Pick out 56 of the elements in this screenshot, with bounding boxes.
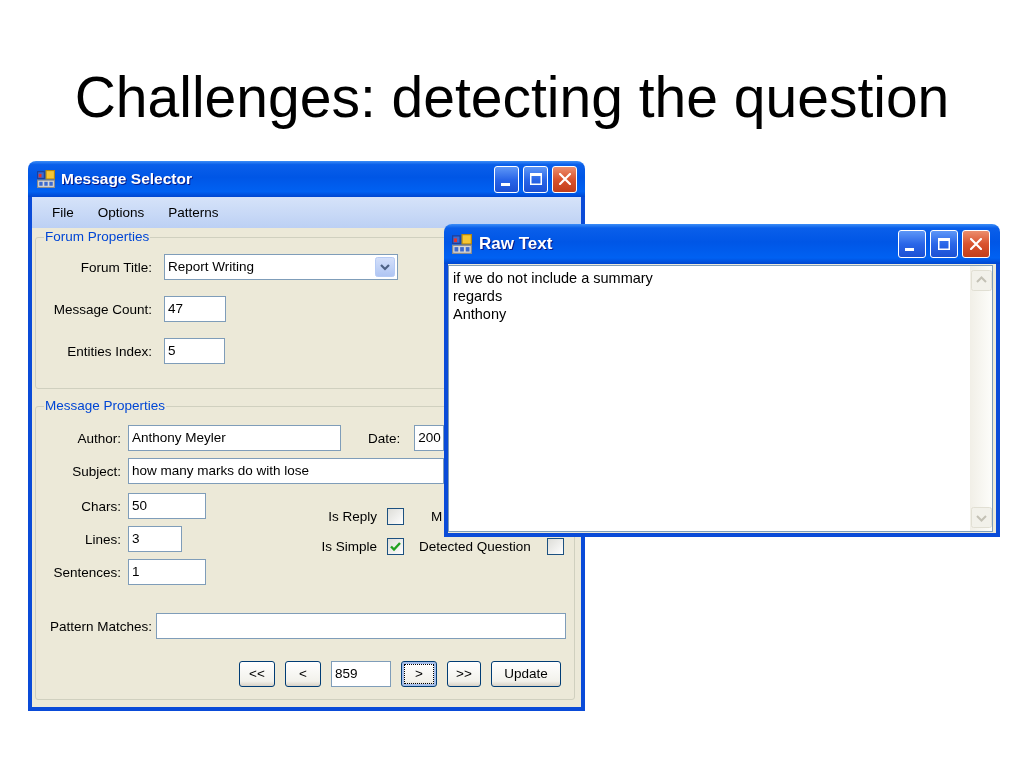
maximize-icon	[529, 173, 542, 185]
checkbox-label: M	[431, 508, 443, 525]
next-button[interactable]: >	[401, 661, 437, 687]
field-label: Forum Title:	[79, 258, 152, 276]
menu-item[interactable]: File	[40, 203, 86, 222]
previous-button[interactable]: <	[285, 661, 321, 687]
maximize-button[interactable]	[523, 165, 548, 193]
minimize-button[interactable]	[494, 165, 519, 193]
field-label: Entities Index:	[66, 342, 152, 360]
group-label: Forum Properties	[44, 229, 151, 245]
menu-item[interactable]: Patterns	[156, 203, 231, 222]
maximize-icon	[938, 238, 950, 250]
field-label: Sentences:	[52, 563, 121, 581]
minimize-icon	[905, 248, 914, 251]
close-button[interactable]	[552, 165, 577, 193]
field-label: Lines:	[83, 530, 121, 548]
update-button[interactable]: Update	[491, 661, 561, 687]
slide-title: Challenges: detecting the question	[74, 64, 950, 130]
checkbox[interactable]	[387, 538, 404, 555]
app-icon	[452, 234, 472, 254]
checkbox[interactable]	[547, 538, 564, 555]
checkbox-label: Is Reply	[328, 508, 377, 525]
field-label: Author:	[76, 429, 121, 447]
entities-index-field[interactable]: 5	[164, 338, 225, 364]
minimize-icon	[501, 182, 510, 186]
checkbox-label: Is Simple	[321, 538, 377, 555]
last-button[interactable]: >>	[447, 661, 481, 687]
message-count-field[interactable]: 47	[164, 296, 226, 322]
subject-field[interactable]: how many marks do with lose	[128, 458, 444, 484]
chars-field[interactable]: 50	[128, 493, 206, 519]
window-title: Raw Text	[479, 234, 553, 254]
date-field[interactable]: 200	[414, 425, 445, 451]
window-title: Message Selector	[61, 170, 192, 188]
close-icon	[558, 173, 571, 185]
forum-title-dropdown[interactable]: Report Writing	[164, 254, 398, 280]
group-label: Message Properties	[44, 398, 167, 414]
page-number-field[interactable]: 859	[331, 661, 391, 687]
field-label: Pattern Matches:	[49, 617, 153, 635]
checkbox[interactable]	[387, 508, 404, 525]
menu-item[interactable]: Options	[85, 203, 157, 222]
first-button[interactable]: <<	[239, 661, 275, 687]
maximize-button[interactable]	[930, 230, 958, 258]
checkbox-label: Detected Question	[419, 538, 531, 555]
field-label: Chars:	[80, 497, 121, 515]
pattern-matches-field[interactable]	[156, 613, 566, 639]
field-label: Message Count:	[52, 300, 152, 318]
field-label: Subject:	[71, 462, 121, 480]
author-field[interactable]: Anthony Meyler	[128, 425, 341, 451]
app-icon	[37, 170, 55, 188]
field-label: Date:	[368, 429, 401, 447]
chevron-down-icon[interactable]	[375, 257, 395, 277]
lines-field[interactable]: 3	[128, 526, 182, 552]
close-icon	[970, 238, 982, 250]
close-button[interactable]	[962, 230, 990, 258]
sentences-field[interactable]: 1	[128, 559, 206, 585]
minimize-button[interactable]	[898, 230, 926, 258]
